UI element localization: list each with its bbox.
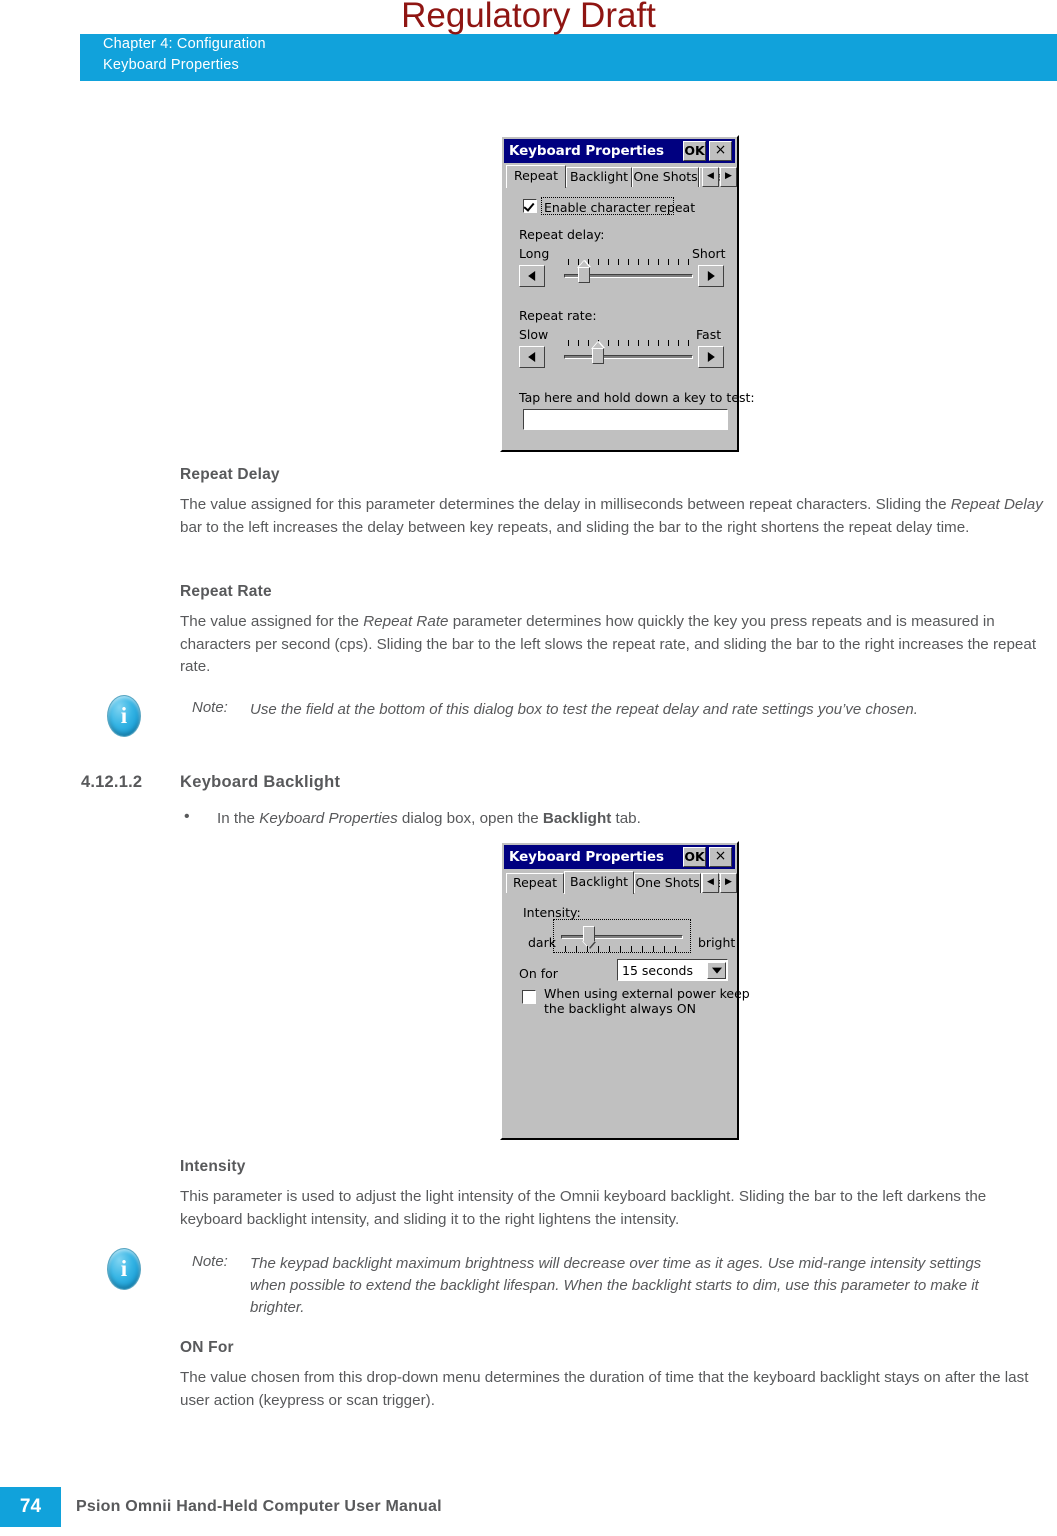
repeat-rate-slider-thumb[interactable] (592, 342, 604, 364)
tab-backlight[interactable]: Backlight (564, 871, 634, 894)
dialog-tabstrip[interactable]: Repeat Backlight One Shots Mac ◀ ▶ (506, 165, 737, 188)
section-number: 4.12.1.2 (81, 773, 143, 791)
repeat-delay-emphasis: Repeat Delay (950, 496, 1043, 513)
tab-scroll-right-icon[interactable]: ▶ (720, 167, 737, 187)
tab-one-shots[interactable]: One Shots (634, 873, 701, 893)
heading-repeat-rate: Repeat Rate (180, 583, 272, 600)
bullet-emphasis: Keyboard Properties (259, 810, 398, 827)
dialog-title: Keyboard Properties (509, 143, 664, 159)
on-for-value: 15 seconds (622, 962, 693, 978)
external-power-checkbox[interactable] (522, 990, 536, 1004)
intensity-max-label: bright (698, 935, 736, 950)
tab-one-shots[interactable]: One Shots (632, 167, 699, 187)
repeat-rate-label: Repeat rate: (519, 308, 597, 323)
repeat-delay-max-label: Short (692, 246, 726, 261)
note-text: The keypad backlight maximum brightness … (250, 1255, 982, 1316)
repeat-delay-increase-button[interactable] (698, 265, 724, 287)
bullet-text-3: tab. (611, 810, 641, 827)
repeat-rate-decrease-button[interactable] (519, 346, 545, 368)
test-field-label: Tap here and hold down a key to test: (519, 390, 755, 405)
intensity-track[interactable] (561, 935, 683, 939)
repeat-delay-slider-thumb[interactable] (578, 261, 590, 283)
repeat-rate-max-label: Fast (696, 327, 722, 342)
note-info-icon (107, 1248, 141, 1290)
enable-character-repeat-checkbox[interactable] (523, 199, 537, 213)
tab-backlight[interactable]: Backlight (566, 167, 632, 187)
chevron-down-icon[interactable] (707, 961, 726, 979)
repeat-rate-emphasis: Repeat Rate (363, 613, 449, 630)
note-label: Note: (192, 699, 228, 716)
repeat-delay-min-label: Long (519, 246, 550, 261)
dialog-client-area: Enable character repeat Repeat delay: Lo… (506, 187, 755, 446)
keyboard-properties-dialog-backlight[interactable]: Keyboard Properties OK × Repeat Backligh… (500, 841, 750, 1140)
repeat-delay-text-2: bar to the left increases the delay betw… (180, 518, 970, 536)
intensity-min-label: dark (528, 935, 556, 950)
section-title: Keyboard Backlight (180, 773, 341, 791)
heading-intensity: Intensity (180, 1158, 246, 1175)
dialog2-client-area: Intensity: dark bright On for 15 seconds… (506, 893, 750, 1134)
on-for-dropdown[interactable]: 15 seconds (617, 959, 728, 981)
intensity-ticks (565, 946, 679, 953)
ok-button[interactable]: OK (683, 847, 706, 867)
header-chapter: Chapter 4: Configuration (103, 36, 266, 52)
paragraph-intensity: This parameter is used to adjust the lig… (180, 1188, 987, 1228)
external-power-label-line1: When using external power keep (544, 986, 750, 1001)
repeat-rate-text-1: The value assigned for the (180, 613, 364, 630)
note-label: Note: (192, 1253, 228, 1270)
dialog-titlebar: Keyboard Properties OK × (504, 139, 735, 163)
tab-repeat[interactable]: Repeat (506, 873, 564, 893)
heading-repeat-delay: Repeat Delay (180, 466, 280, 483)
repeat-rate-increase-button[interactable] (698, 346, 724, 368)
repeat-rate-ticks (568, 340, 692, 347)
repeat-delay-text-1: The value assigned for this parameter de… (180, 496, 951, 513)
header-section: Keyboard Properties (103, 57, 239, 73)
repeat-rate-track[interactable] (564, 355, 693, 359)
bullet-strong: Backlight (542, 810, 612, 827)
keyboard-properties-dialog-repeat[interactable]: Keyboard Properties OK × Repeat Backligh… (500, 135, 755, 452)
heading-on-for: ON For (180, 1339, 234, 1356)
repeat-rate-min-label: Slow (519, 327, 549, 342)
dialog2-titlebar: Keyboard Properties OK × (504, 845, 735, 869)
close-icon[interactable]: × (709, 141, 732, 161)
dialog2-title: Keyboard Properties (509, 849, 664, 865)
tab-scroll-left-icon[interactable]: ◀ (702, 873, 719, 893)
enable-character-repeat-label: Enable character repeat (544, 200, 696, 215)
close-icon[interactable]: × (709, 847, 732, 867)
external-power-label-line2: the backlight always ON (544, 1001, 696, 1016)
on-for-label: On for (519, 966, 558, 981)
footer-manual-title: Psion Omnii Hand-Held Computer User Manu… (76, 1498, 442, 1515)
tab-repeat[interactable]: Repeat (506, 165, 566, 188)
bullet-item-open-backlight-tab: In the Keyboard Properties dialog box, o… (217, 810, 641, 827)
test-key-input[interactable] (523, 409, 728, 430)
regulatory-draft-watermark: Regulatory Draft (401, 0, 656, 35)
repeat-delay-label: Repeat delay: (519, 227, 605, 242)
tab-scroll-right-icon[interactable]: ▶ (720, 873, 737, 893)
repeat-delay-decrease-button[interactable] (519, 265, 545, 287)
bullet-text-1: In the (217, 810, 260, 827)
paragraph-on-for: The value chosen from this drop-down men… (180, 1369, 1029, 1409)
paragraph-repeat-rate: The value assigned for the Repeat Rate p… (180, 611, 1052, 679)
bullet-marker: • (184, 808, 190, 825)
intensity-label: Intensity: (523, 905, 581, 920)
footer-page-number: 74 (19, 1496, 42, 1517)
bullet-text-2: dialog box, open the (397, 810, 543, 827)
intensity-slider-thumb[interactable] (583, 926, 595, 948)
ok-button[interactable]: OK (683, 141, 706, 161)
tab-scroll-left-icon[interactable]: ◀ (702, 167, 719, 187)
paragraph-repeat-delay: The value assigned for this parameter de… (180, 494, 1052, 539)
note-info-icon (107, 695, 141, 737)
note-text: Use the field at the bottom of this dial… (250, 701, 918, 718)
dialog2-tabstrip[interactable]: Repeat Backlight One Shots Mac ◀ ▶ (506, 871, 737, 894)
